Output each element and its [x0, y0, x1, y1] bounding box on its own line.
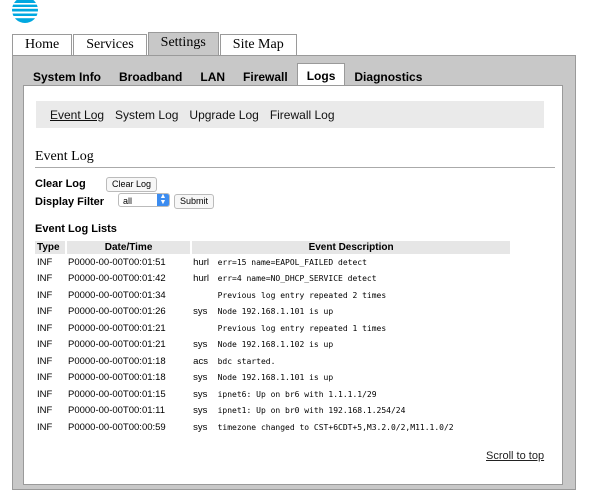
- cell-datetime: P0000-00-00T00:01:21: [68, 339, 166, 351]
- clear-log-button[interactable]: Clear Log: [106, 177, 158, 192]
- cell-datetime: P0000-00-00T00:01:15: [68, 388, 166, 400]
- table-row: INF P0000-00-00T00:01:21 sys Node 192.16…: [35, 337, 511, 354]
- main-tabs: Home Services Settings Site Map: [12, 32, 298, 55]
- cell-datetime: P0000-00-00T00:01:42: [68, 273, 166, 285]
- cell-source: sys: [193, 306, 208, 318]
- cell-type: INF: [37, 388, 53, 400]
- cell-type: INF: [37, 289, 53, 301]
- main-tab-home[interactable]: Home: [12, 34, 73, 55]
- cell-description: Previous log entry repeated 2 times: [217, 290, 387, 300]
- cell-datetime: P0000-00-00T00:01:18: [68, 372, 166, 384]
- cell-source: sys: [193, 339, 208, 351]
- cell-source: hurl: [193, 256, 210, 268]
- table-row: INF P0000-00-00T00:00:59 sys timezone ch…: [35, 419, 511, 436]
- log-tab-event-log[interactable]: Event Log: [50, 108, 104, 122]
- log-tab-upgrade-log[interactable]: Upgrade Log: [189, 108, 258, 122]
- settings-frame: System Info Broadband LAN Firewall Logs …: [12, 55, 576, 490]
- cell-datetime: P0000-00-00T00:01:26: [68, 306, 166, 318]
- table-row: INF P0000-00-00T00:01:11 sys ipnet1: Up …: [35, 403, 511, 420]
- cell-type: INF: [37, 322, 53, 334]
- cell-datetime: P0000-00-00T00:01:11: [68, 405, 166, 417]
- section-divider: [35, 167, 555, 168]
- table-row: INF P0000-00-00T00:01:15 sys ipnet6: Up …: [35, 386, 511, 403]
- table-row: INF P0000-00-00T00:01:51 hurl err=15 nam…: [35, 254, 511, 271]
- header-datetime: Date/Time: [66, 241, 193, 254]
- logs-panel: Event Log System Log Upgrade Log Firewal…: [23, 85, 563, 485]
- cell-description: Previous log entry repeated 1 times: [217, 323, 387, 333]
- cell-description: Node 192.168.1.101 is up: [217, 307, 334, 317]
- cell-type: INF: [37, 256, 53, 268]
- cell-datetime: P0000-00-00T00:01:18: [68, 355, 166, 367]
- cell-source: sys: [193, 421, 208, 433]
- scroll-to-top-link[interactable]: Scroll to top: [486, 450, 544, 462]
- table-row: INF P0000-00-00T00:01:21 Previous log en…: [35, 320, 511, 337]
- cell-type: INF: [37, 355, 53, 367]
- cell-source: acs: [193, 355, 208, 367]
- submit-button[interactable]: Submit: [174, 194, 215, 209]
- log-tab-firewall-log[interactable]: Firewall Log: [270, 108, 335, 122]
- cell-description: Node 192.168.1.101 is up: [217, 373, 334, 383]
- header-type: Type: [35, 241, 67, 254]
- cell-description: Node 192.168.1.102 is up: [217, 340, 334, 350]
- log-tab-system-log[interactable]: System Log: [115, 108, 178, 122]
- cell-type: INF: [37, 339, 53, 351]
- cell-source: [191, 287, 215, 304]
- cell-source: hurl: [193, 273, 210, 285]
- table-header-row: Type Date/Time Event Description: [35, 241, 512, 254]
- cell-type: INF: [37, 421, 53, 433]
- table-row: INF P0000-00-00T00:01:42 hurl err=4 name…: [35, 271, 511, 288]
- table-row: INF P0000-00-00T00:01:18 sys Node 192.16…: [35, 370, 511, 387]
- table-row: INF P0000-00-00T00:01:34 Previous log en…: [35, 287, 511, 304]
- cell-type: INF: [37, 372, 53, 384]
- header-description: Event Description: [191, 241, 512, 254]
- cell-source: sys: [193, 405, 208, 417]
- main-tab-services[interactable]: Services: [73, 34, 147, 55]
- cell-description: timezone changed to CST+6CDT+5,M3.2.0/2,…: [217, 422, 454, 432]
- main-tab-site-map[interactable]: Site Map: [219, 34, 297, 55]
- cell-description: bdc started.: [217, 356, 276, 366]
- display-filter-select[interactable]: all ▲ ▼: [118, 193, 170, 207]
- event-log-lists-title: Event Log Lists: [35, 223, 117, 235]
- cell-type: INF: [37, 405, 53, 417]
- cell-description: ipnet6: Up on br6 with 1.1.1.1/29: [217, 389, 377, 399]
- clear-log-label: Clear Log: [35, 178, 86, 190]
- table-row: INF P0000-00-00T00:01:26 sys Node 192.16…: [35, 304, 511, 321]
- cell-datetime: P0000-00-00T00:00:59: [68, 421, 166, 433]
- cell-datetime: P0000-00-00T00:01:34: [68, 289, 166, 301]
- section-title: Event Log: [35, 149, 94, 164]
- cell-description: err=15 name=EAPOL_FAILED detect: [217, 257, 367, 267]
- cell-description: err=4 name=NO_DHCP_SERVICE detect: [217, 274, 377, 284]
- event-log-table: Type Date/Time Event Description INF P00…: [35, 241, 512, 436]
- select-arrows-icon: ▲ ▼: [157, 193, 169, 206]
- cell-description: ipnet1: Up on br0 with 192.168.1.254/24: [217, 406, 406, 416]
- cell-source: sys: [193, 388, 208, 400]
- log-tabs: Event Log System Log Upgrade Log Firewal…: [36, 101, 544, 128]
- cell-datetime: P0000-00-00T00:01:51: [68, 256, 166, 268]
- table-row: INF P0000-00-00T00:01:18 acs bdc started…: [35, 353, 511, 370]
- att-globe-logo: [11, 0, 39, 23]
- display-filter-value: all: [123, 196, 133, 206]
- display-filter-label: Display Filter: [35, 196, 105, 208]
- cell-source: sys: [193, 372, 208, 384]
- cell-type: INF: [37, 273, 53, 285]
- main-tab-settings[interactable]: Settings: [147, 32, 219, 55]
- cell-datetime: P0000-00-00T00:01:21: [68, 322, 166, 334]
- cell-source: [191, 320, 215, 337]
- cell-type: INF: [37, 306, 53, 318]
